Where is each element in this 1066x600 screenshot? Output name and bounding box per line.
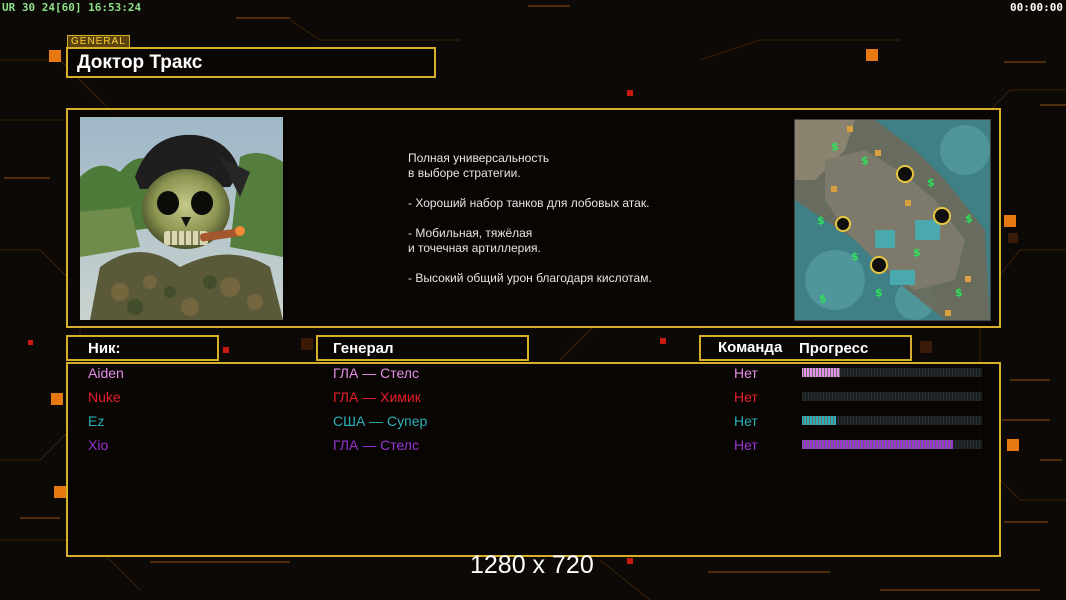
- fps-overlay: UR 30 24[60] 16:53:24: [2, 1, 141, 14]
- player-general: ГЛА — Химик: [333, 389, 421, 405]
- load-progress-bar: [802, 392, 982, 401]
- resolution-label: 1280 x 720: [470, 551, 594, 579]
- player-team: Нет: [734, 389, 758, 405]
- general-description: Полная универсальность в выборе стратеги…: [408, 151, 652, 285]
- player-nick: Nuke: [88, 389, 121, 405]
- svg-text:$: $: [819, 292, 827, 305]
- map-preview-icon[interactable]: $ $ $ $ $ $ $ $ $ $: [794, 119, 991, 321]
- player-team: Нет: [734, 365, 758, 381]
- general-column-header: Генерал: [333, 340, 394, 357]
- svg-text:$: $: [913, 246, 921, 259]
- svg-text:$: $: [861, 154, 869, 167]
- player-team: Нет: [734, 437, 758, 453]
- nick-column-header: Ник:: [88, 340, 121, 357]
- load-progress-fill: [802, 368, 840, 377]
- progress-column-header: Прогресс: [799, 340, 869, 357]
- player-general: США — Супер: [333, 413, 428, 429]
- player-general: ГЛА — Стелс: [333, 437, 419, 453]
- svg-text:$: $: [851, 250, 859, 263]
- load-progress-bar: [802, 416, 982, 425]
- game-clock: 00:00:00: [1010, 1, 1063, 14]
- player-nick: Xio: [88, 437, 109, 453]
- svg-text:$: $: [817, 214, 825, 227]
- svg-text:$: $: [955, 286, 963, 299]
- load-progress-bar: [802, 368, 982, 377]
- player-team: Нет: [734, 413, 758, 429]
- load-progress-bar: [802, 440, 982, 449]
- svg-text:$: $: [831, 140, 839, 153]
- player-nick: Ez: [88, 413, 105, 429]
- load-progress-fill: [802, 416, 837, 425]
- fps-stats: UR 30 24[60] 16:53:24: [2, 1, 142, 14]
- svg-text:$: $: [965, 212, 973, 225]
- svg-text:$: $: [927, 176, 935, 189]
- team-column-header: Команда: [718, 339, 783, 356]
- svg-text:$: $: [875, 286, 883, 299]
- skull-general-portrait-icon: [80, 117, 283, 320]
- player-general: ГЛА — Стелс: [333, 365, 419, 381]
- general-name: Доктор Тракс: [77, 52, 203, 73]
- player-nick: Aiden: [88, 365, 124, 381]
- load-progress-fill: [802, 440, 954, 449]
